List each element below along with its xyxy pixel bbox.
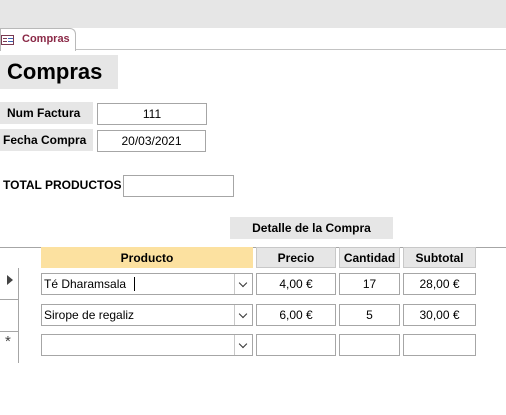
column-header-subtotal[interactable]: Subtotal xyxy=(403,247,476,268)
record-selector-new[interactable]: * xyxy=(0,332,19,363)
producto-combo[interactable]: Té Dharamsala xyxy=(41,273,253,295)
detalle-section-title: Detalle de la Compra xyxy=(230,217,393,239)
fecha-compra-field[interactable]: 20/03/2021 xyxy=(97,130,206,152)
record-selector-current[interactable] xyxy=(0,268,19,300)
current-record-arrow-icon xyxy=(7,275,13,285)
record-selector[interactable] xyxy=(0,300,19,332)
form-title: Compras xyxy=(0,55,118,89)
tab-label: Compras xyxy=(22,33,70,45)
tab-compras[interactable]: Compras xyxy=(0,28,76,51)
column-header-precio[interactable]: Precio xyxy=(256,247,336,268)
total-productos-field[interactable] xyxy=(123,175,234,197)
subtotal-cell[interactable]: 30,00 € xyxy=(403,304,476,326)
producto-combo-new[interactable] xyxy=(41,334,253,356)
form-icon xyxy=(1,35,14,45)
cantidad-cell[interactable]: 5 xyxy=(339,304,400,326)
chevron-down-icon[interactable] xyxy=(234,335,252,355)
num-factura-label: Num Factura xyxy=(0,102,93,124)
subtotal-cell[interactable]: 28,00 € xyxy=(403,273,476,295)
precio-cell-new[interactable] xyxy=(256,334,336,356)
subtotal-cell-new[interactable] xyxy=(403,334,476,356)
cantidad-cell-new[interactable] xyxy=(339,334,400,356)
total-productos-label: TOTAL PRODUCTOS xyxy=(3,178,122,192)
cantidad-cell[interactable]: 17 xyxy=(339,273,400,295)
precio-cell[interactable]: 6,00 € xyxy=(256,304,336,326)
chevron-down-icon[interactable] xyxy=(234,274,252,294)
precio-cell[interactable]: 4,00 € xyxy=(256,273,336,295)
record-selector-column: * xyxy=(0,268,19,363)
text-cursor xyxy=(134,277,135,291)
column-header-producto[interactable]: Producto xyxy=(41,247,253,268)
column-header-cantidad[interactable]: Cantidad xyxy=(339,247,400,268)
fecha-compra-label: Fecha Compra xyxy=(0,129,93,151)
window-top-bar xyxy=(0,0,506,28)
producto-value: Té Dharamsala xyxy=(44,277,127,291)
producto-combo[interactable]: Sirope de regaliz xyxy=(41,304,253,326)
new-record-asterisk-icon: * xyxy=(5,333,11,350)
num-factura-field[interactable]: 111 xyxy=(97,103,207,125)
chevron-down-icon[interactable] xyxy=(234,305,252,325)
producto-value: Sirope de regaliz xyxy=(44,308,135,322)
